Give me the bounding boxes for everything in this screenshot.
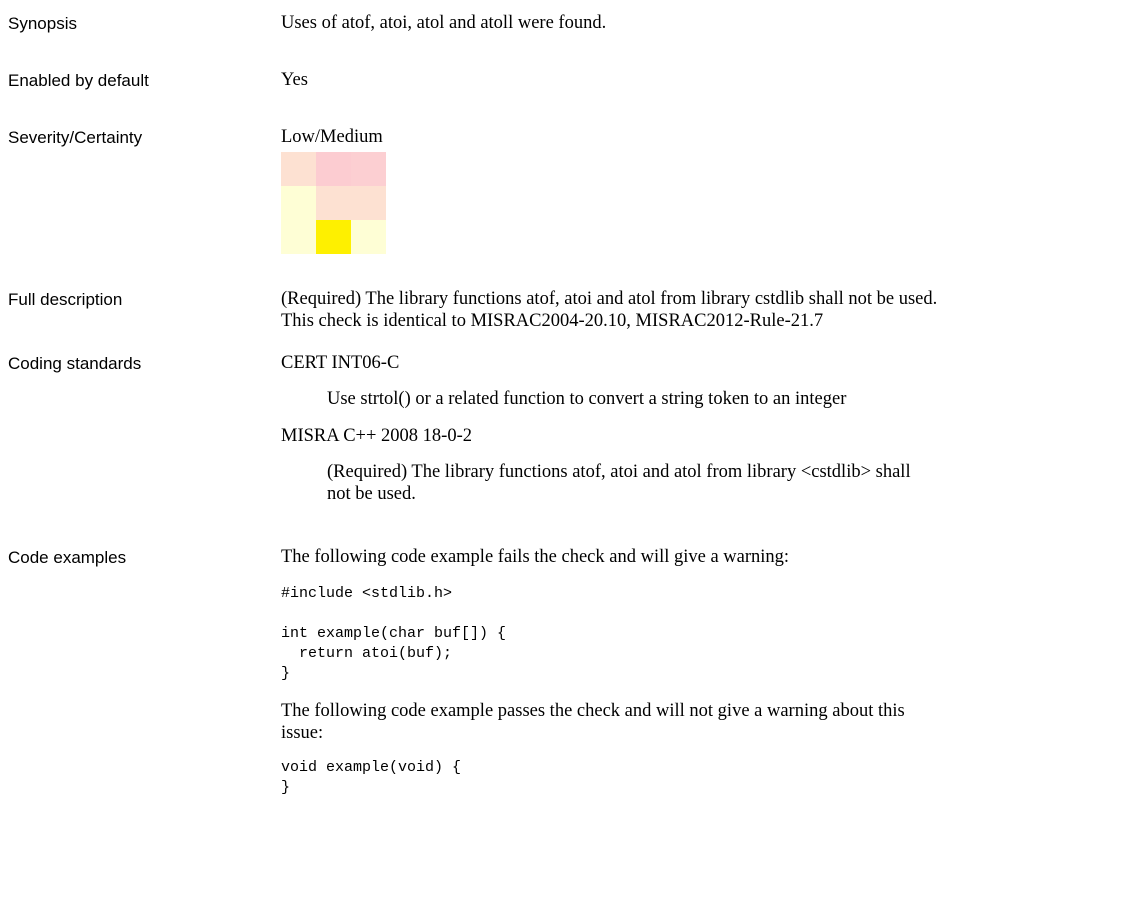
standard-description: Use strtol() or a related function to co… xyxy=(327,389,847,409)
severity-certainty-matrix xyxy=(281,152,387,255)
standard-name: MISRA C++ 2008 18-0-2 xyxy=(281,426,472,446)
enabled-value: Yes xyxy=(281,70,308,90)
coding-standards-label: Coding standards xyxy=(8,354,142,373)
severity-label: Severity/Certainty xyxy=(8,128,143,147)
severity-value: Low/Medium xyxy=(281,127,383,147)
standard-description: (Required) The library functions atof, a… xyxy=(327,462,911,482)
pass-example-intro-line-1: The following code example passes the ch… xyxy=(281,701,905,721)
fail-code-block: #include <stdlib.h> int example(char buf… xyxy=(281,585,507,682)
matrix-cell xyxy=(351,186,386,220)
full-description-label: Full description xyxy=(8,290,123,309)
enabled-label: Enabled by default xyxy=(8,71,149,90)
pass-code-block: void example(void) { } xyxy=(281,759,462,796)
matrix-cell xyxy=(351,152,386,186)
fail-example-intro: The following code example fails the che… xyxy=(281,547,790,567)
standard-name: CERT INT06-C xyxy=(281,353,400,373)
matrix-cell xyxy=(281,186,316,220)
standard-description-continued: not be used. xyxy=(327,484,416,504)
full-description-line-2: This check is identical to MISRAC2004-20… xyxy=(281,311,824,331)
matrix-cell xyxy=(316,152,351,186)
full-description-line-1: (Required) The library functions atof, a… xyxy=(281,289,938,309)
synopsis-value: Uses of atof, atoi, atol and atoll were … xyxy=(281,13,607,33)
matrix-cell xyxy=(351,220,386,254)
matrix-cell xyxy=(316,186,351,220)
matrix-cell xyxy=(281,152,316,186)
matrix-cell-highlighted xyxy=(316,220,351,254)
matrix-cell xyxy=(281,220,316,254)
synopsis-label: Synopsis xyxy=(8,14,77,33)
code-examples-label: Code examples xyxy=(8,548,127,567)
pass-example-intro-line-2: issue: xyxy=(281,723,324,743)
